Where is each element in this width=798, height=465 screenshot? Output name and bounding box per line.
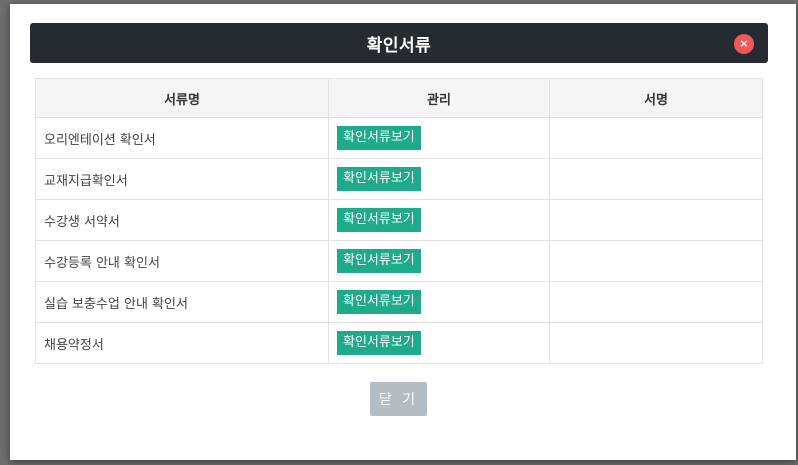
- table-header-row: 서류명 관리 서명: [35, 78, 763, 118]
- close-button[interactable]: 닫 기: [370, 382, 427, 416]
- view-document-button[interactable]: 확인서류보기: [337, 331, 421, 355]
- document-name: 수강등록 안내 확인서: [35, 240, 329, 282]
- document-name: 실습 보충수업 안내 확인서: [35, 281, 329, 323]
- column-header-signature: 서명: [549, 78, 763, 118]
- documents-modal: 확인서류 × 서류명 관리 서명 오리엔테이션 확인서 확인서류보기 교재지급확…: [10, 4, 796, 460]
- view-document-button[interactable]: 확인서류보기: [337, 167, 421, 191]
- document-name: 교재지급확인서: [35, 158, 329, 200]
- column-header-manage: 관리: [328, 78, 550, 118]
- view-document-button[interactable]: 확인서류보기: [337, 208, 421, 232]
- table-row: 수강등록 안내 확인서 확인서류보기: [35, 240, 763, 282]
- signature-cell: [549, 322, 763, 364]
- table-row: 오리엔테이션 확인서 확인서류보기: [35, 117, 763, 159]
- table-row: 교재지급확인서 확인서류보기: [35, 158, 763, 200]
- manage-cell: 확인서류보기: [328, 199, 550, 241]
- manage-cell: 확인서류보기: [328, 117, 550, 159]
- manage-cell: 확인서류보기: [328, 322, 550, 364]
- signature-cell: [549, 240, 763, 282]
- modal-title: 확인서류: [366, 35, 432, 56]
- manage-cell: 확인서류보기: [328, 240, 550, 282]
- manage-cell: 확인서류보기: [328, 158, 550, 200]
- table-row: 수강생 서약서 확인서류보기: [35, 199, 763, 241]
- modal-header: 확인서류 ×: [30, 23, 768, 63]
- document-name: 수강생 서약서: [35, 199, 329, 241]
- signature-cell: [549, 199, 763, 241]
- document-name: 채용약정서: [35, 322, 329, 364]
- view-document-button[interactable]: 확인서류보기: [337, 249, 421, 273]
- table-row: 채용약정서 확인서류보기: [35, 322, 763, 364]
- signature-cell: [549, 158, 763, 200]
- view-document-button[interactable]: 확인서류보기: [337, 126, 421, 150]
- table-row: 실습 보충수업 안내 확인서 확인서류보기: [35, 281, 763, 323]
- documents-table: 서류명 관리 서명 오리엔테이션 확인서 확인서류보기 교재지급확인서 확인서류…: [35, 78, 763, 364]
- column-header-document-name: 서류명: [35, 78, 329, 118]
- view-document-button[interactable]: 확인서류보기: [337, 290, 421, 314]
- close-icon[interactable]: ×: [734, 34, 754, 54]
- document-name: 오리엔테이션 확인서: [35, 117, 329, 159]
- signature-cell: [549, 281, 763, 323]
- signature-cell: [549, 117, 763, 159]
- manage-cell: 확인서류보기: [328, 281, 550, 323]
